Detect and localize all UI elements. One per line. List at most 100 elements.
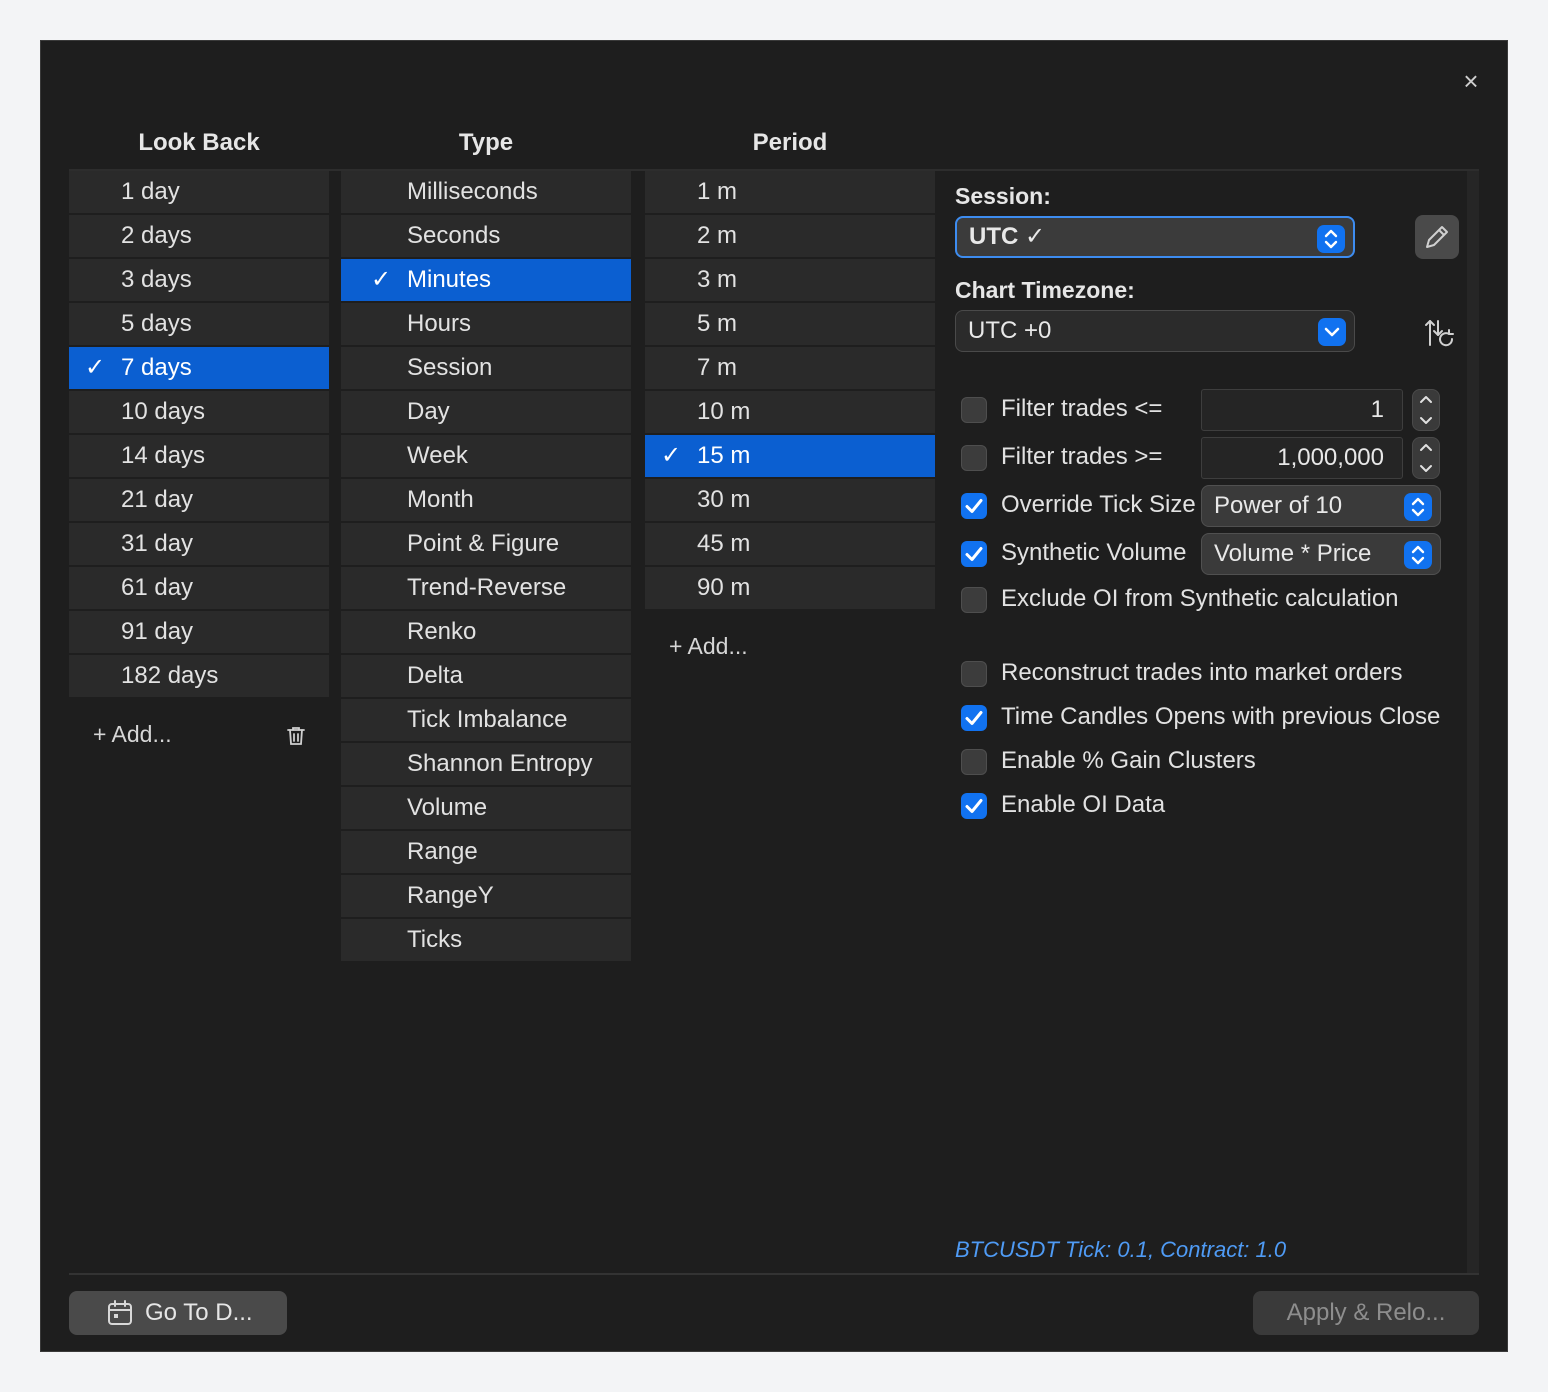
tick-size-select[interactable]: Power of 10 bbox=[1201, 485, 1441, 527]
synthetic-volume-label: Synthetic Volume bbox=[1001, 539, 1187, 566]
period-item-label: 10 m bbox=[697, 398, 751, 425]
type-item-label: Point & Figure bbox=[407, 530, 560, 557]
footer-divider bbox=[69, 1273, 1479, 1275]
lookback-item[interactable]: 5 days bbox=[69, 303, 329, 345]
reconstruct-checkbox[interactable] bbox=[961, 661, 987, 687]
gain-clusters-checkbox[interactable] bbox=[961, 749, 987, 775]
type-item[interactable]: Renko bbox=[341, 611, 631, 653]
trash-icon bbox=[287, 727, 305, 745]
lookback-item-label: 10 days bbox=[121, 398, 206, 425]
type-item[interactable]: Week bbox=[341, 435, 631, 477]
type-item[interactable]: RangeY bbox=[341, 875, 631, 917]
type-item[interactable]: Volume bbox=[341, 787, 631, 829]
timezone-sync-button[interactable] bbox=[1419, 313, 1459, 353]
delete-lookback-button[interactable] bbox=[281, 721, 311, 751]
exclude-oi-label: Exclude OI from Synthetic calculation bbox=[1001, 585, 1399, 612]
exclude-oi-checkbox[interactable] bbox=[961, 587, 987, 613]
close-button[interactable]: × bbox=[1459, 68, 1483, 94]
period-list: 1 m 2 m 3 m 5 m 7 m 10 m ✓ 15 m 30 m 45 m 90 m bbox=[645, 171, 935, 611]
period-item-label: 2 m bbox=[697, 222, 738, 249]
type-item[interactable]: Seconds bbox=[341, 215, 631, 257]
type-item[interactable]: Day bbox=[341, 391, 631, 433]
type-header: Type bbox=[458, 129, 514, 156]
lookback-item[interactable]: 21 day bbox=[69, 479, 329, 521]
checkmark-icon: ✓ bbox=[85, 354, 106, 381]
edit-session-button[interactable] bbox=[1415, 215, 1459, 259]
lookback-add-button[interactable]: + Add... bbox=[93, 721, 172, 748]
period-item[interactable]: 3 m bbox=[645, 259, 935, 301]
time-candles-checkbox[interactable] bbox=[961, 705, 987, 731]
lookback-item[interactable]: 2 days bbox=[69, 215, 329, 257]
lookback-header: Look Back bbox=[138, 129, 260, 156]
type-item[interactable]: Milliseconds bbox=[341, 171, 631, 213]
type-item-label: Milliseconds bbox=[407, 178, 538, 205]
lookback-item[interactable]: ✓ 7 days bbox=[69, 347, 329, 389]
gain-clusters-label: Enable % Gain Clusters bbox=[1001, 747, 1256, 774]
lookback-item-label: 21 day bbox=[121, 486, 194, 513]
lookback-item-label: 14 days bbox=[121, 442, 206, 469]
symbol-info: BTCUSDT Tick: 0.1, Contract: 1.0 bbox=[955, 1237, 1287, 1262]
filter-ge-stepper[interactable] bbox=[1412, 437, 1440, 479]
lookback-item[interactable]: 91 day bbox=[69, 611, 329, 653]
period-item-label: 5 m bbox=[697, 310, 738, 337]
lookback-item[interactable]: 182 days bbox=[69, 655, 329, 697]
lookback-item[interactable]: 3 days bbox=[69, 259, 329, 301]
type-item-label: Day bbox=[407, 398, 450, 425]
settings-scrollbar[interactable] bbox=[1467, 171, 1479, 1275]
sort-sync-icon bbox=[1425, 320, 1454, 347]
period-item[interactable]: 7 m bbox=[645, 347, 935, 389]
filter-le-checkbox[interactable] bbox=[961, 397, 987, 423]
type-item-label: Hours bbox=[407, 310, 472, 337]
lookback-item-label: 31 day bbox=[121, 530, 194, 557]
timezone-label: Chart Timezone: bbox=[955, 277, 1135, 303]
filter-ge-checkbox[interactable] bbox=[961, 445, 987, 471]
updown-icon bbox=[1404, 541, 1432, 569]
lookback-item[interactable]: 1 day bbox=[69, 171, 329, 213]
timezone-select[interactable]: UTC +0 bbox=[955, 310, 1355, 352]
session-select[interactable]: UTC ✓ bbox=[955, 216, 1355, 258]
filter-ge-input[interactable]: 1,000,000 bbox=[1201, 437, 1403, 479]
lookback-item[interactable]: 61 day bbox=[69, 567, 329, 609]
lookback-item[interactable]: 31 day bbox=[69, 523, 329, 565]
lookback-item[interactable]: 14 days bbox=[69, 435, 329, 477]
type-item[interactable]: Session bbox=[341, 347, 631, 389]
type-item[interactable]: Tick Imbalance bbox=[341, 699, 631, 741]
type-item[interactable]: Point & Figure bbox=[341, 523, 631, 565]
filter-le-stepper[interactable] bbox=[1412, 389, 1440, 431]
period-item[interactable]: 5 m bbox=[645, 303, 935, 345]
session-value: UTC ✓ bbox=[969, 223, 1046, 250]
type-item[interactable]: Trend-Reverse bbox=[341, 567, 631, 609]
period-item[interactable]: 1 m bbox=[645, 171, 935, 213]
type-item[interactable]: ✓ Minutes bbox=[341, 259, 631, 301]
type-item[interactable]: Delta bbox=[341, 655, 631, 697]
type-item[interactable]: Shannon Entropy bbox=[341, 743, 631, 785]
type-item-label: Minutes bbox=[407, 266, 492, 293]
type-item[interactable]: Ticks bbox=[341, 919, 631, 961]
period-item[interactable]: 2 m bbox=[645, 215, 935, 257]
reconstruct-label: Reconstruct trades into market orders bbox=[1001, 659, 1403, 686]
period-item[interactable]: 10 m bbox=[645, 391, 935, 433]
period-item[interactable]: 90 m bbox=[645, 567, 935, 609]
oi-data-checkbox[interactable] bbox=[961, 793, 987, 819]
synthetic-volume-checkbox[interactable] bbox=[961, 541, 987, 567]
goto-date-button[interactable]: Go To D... bbox=[69, 1291, 287, 1335]
period-item[interactable]: 30 m bbox=[645, 479, 935, 521]
apply-reload-button[interactable]: Apply & Relo... bbox=[1253, 1291, 1479, 1335]
lookback-item[interactable]: 10 days bbox=[69, 391, 329, 433]
type-item-label: Volume bbox=[407, 794, 488, 821]
period-item[interactable]: 45 m bbox=[645, 523, 935, 565]
timezone-value: UTC +0 bbox=[968, 317, 1052, 344]
period-add-button[interactable]: + Add... bbox=[669, 633, 748, 660]
stepper-icon bbox=[1420, 396, 1432, 424]
type-item[interactable]: Range bbox=[341, 831, 631, 873]
lookback-item-label: 5 days bbox=[121, 310, 192, 337]
period-item[interactable]: ✓ 15 m bbox=[645, 435, 935, 477]
type-item[interactable]: Month bbox=[341, 479, 631, 521]
filter-le-label: Filter trades <= bbox=[1001, 395, 1163, 422]
synthetic-volume-select[interactable]: Volume * Price bbox=[1201, 533, 1441, 575]
checkmark-icon: ✓ bbox=[661, 442, 682, 469]
type-item[interactable]: Hours bbox=[341, 303, 631, 345]
override-tick-checkbox[interactable] bbox=[961, 493, 987, 519]
filter-le-input[interactable]: 1 bbox=[1201, 389, 1403, 431]
lookback-item-label: 7 days bbox=[121, 354, 192, 381]
